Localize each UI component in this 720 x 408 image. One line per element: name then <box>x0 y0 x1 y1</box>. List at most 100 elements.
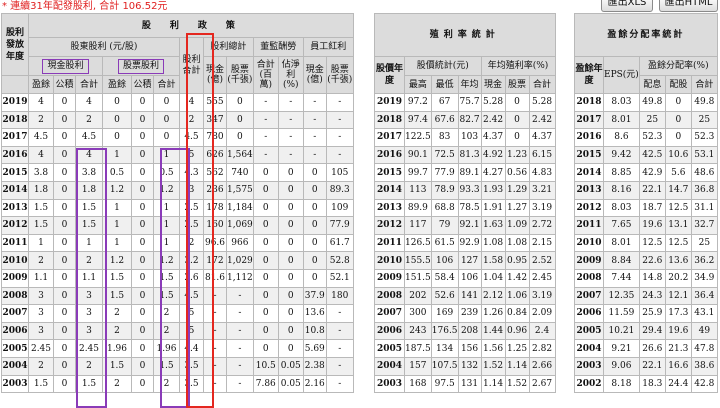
year-cell: 2018 <box>1 110 29 130</box>
value-cell: 10.8 <box>302 321 327 341</box>
yield-row: 2003 168 97.5 131 1.14 1.52 2.67 <box>374 374 556 394</box>
value-cell: 2.16 <box>302 374 327 394</box>
value-cell: 52.3 <box>638 128 666 147</box>
value-cell: 966 <box>226 233 254 253</box>
payout-stock-header: 配股 <box>664 75 692 94</box>
value-cell: 12.5 <box>664 198 692 218</box>
value-cell: 0 <box>504 128 530 147</box>
yield-row: 2014 113 78.9 93.3 1.93 1.29 3.21 <box>374 180 556 200</box>
value-cell: 0 <box>131 339 154 358</box>
value-cell: - <box>325 374 354 394</box>
value-cell: 300 <box>404 304 432 323</box>
value-cell: 0.05 <box>277 356 304 376</box>
value-cell: 97.2 <box>404 93 432 112</box>
dividend-summary-note: * 連續31年配發股利, 合計 106.52元 <box>2 1 168 12</box>
value-cell: 25 <box>638 110 666 130</box>
value-cell: 22.1 <box>638 356 666 376</box>
value-cell: 92.9 <box>457 233 482 253</box>
payout-dividend-header: 配息 <box>638 75 666 94</box>
value-cell: 3 <box>75 286 103 306</box>
value-cell: 24.4 <box>664 374 692 394</box>
value-cell: 49.8 <box>690 93 718 112</box>
value-cell: 29.4 <box>638 321 666 341</box>
value-cell: 127 <box>457 251 482 270</box>
value-cell: 106 <box>457 268 482 288</box>
value-cell: 52.1 <box>325 268 354 288</box>
payout-row: 2004 9.21 26.6 21.3 47.8 <box>574 339 718 358</box>
year-cell: 2009 <box>574 251 604 270</box>
value-cell: 0 <box>252 268 279 288</box>
value-cell: - <box>325 110 354 130</box>
value-cell: 21.3 <box>664 339 692 358</box>
value-cell: 9.06 <box>603 356 640 376</box>
value-cell: 13.1 <box>664 216 692 235</box>
value-cell: 8.01 <box>603 110 640 130</box>
value-cell: 42.9 <box>638 163 666 182</box>
payout-row: 2007 12.35 24.3 12.1 36.4 <box>574 286 718 306</box>
employee-stock-header: 股票(千張) <box>325 56 354 94</box>
value-cell: 562 <box>203 163 227 182</box>
value-cell: 68.8 <box>430 198 459 218</box>
value-cell: - <box>277 128 304 147</box>
payout-sum-header: 合計 <box>690 75 718 94</box>
dividend-row: 2008 3 0 3 1.5 0 1.5 4.5- -0 0 37.9 180 <box>1 286 354 306</box>
year-cell: 2012 <box>1 216 29 235</box>
value-cell: 1.08 <box>504 233 530 253</box>
value-cell: 2.45 <box>528 268 556 288</box>
value-cell: 0 <box>102 93 132 112</box>
value-cell: 2.67 <box>528 374 556 394</box>
value-cell: 4.83 <box>528 163 556 182</box>
value-cell: 67 <box>430 93 459 112</box>
value-cell: 3.8 <box>75 163 103 182</box>
yield-row: 2011 126.5 61.5 92.9 1.08 1.08 2.15 <box>374 233 556 253</box>
value-cell: 0.84 <box>504 304 530 323</box>
export-html-button[interactable]: 匯出HTML <box>659 0 718 12</box>
value-cell: 8.18 <box>603 374 640 394</box>
value-cell: 0 <box>277 198 304 218</box>
year-cell: 2017 <box>374 128 405 147</box>
value-cell: 1,564 <box>226 145 254 165</box>
payout-row: 2009 8.84 22.6 13.6 36.2 <box>574 251 718 270</box>
value-cell: 1.5 <box>28 216 54 235</box>
value-cell: 12.5 <box>664 233 692 253</box>
value-cell: 3.2 <box>179 251 204 270</box>
dividend-row: 2004 2 0 2 1.5 0 1.5 3.5- -10.5 0.05 2.38- <box>1 356 354 376</box>
value-cell: 31.1 <box>690 198 718 218</box>
export-xls-button[interactable]: 匯出XLS <box>601 0 653 12</box>
year-cell: 2007 <box>374 304 405 323</box>
value-cell: 0 <box>504 110 530 130</box>
value-cell: 1.06 <box>504 286 530 306</box>
value-cell: 0 <box>53 233 76 253</box>
value-cell: 5 <box>179 321 204 341</box>
value-cell: 1 <box>153 198 180 218</box>
value-cell: 0 <box>277 233 304 253</box>
value-cell: 1 <box>75 233 103 253</box>
value-cell: - <box>226 356 254 376</box>
value-cell: 2 <box>28 356 54 376</box>
dividend-row: 2013 1.5 0 1.5 1 0 1 2.5 178 1,184 0 0 0 109 <box>1 198 354 218</box>
value-cell: 1 <box>153 145 180 165</box>
value-cell: 2 <box>153 304 180 323</box>
value-cell: 89.3 <box>325 180 354 200</box>
value-cell: 2 <box>28 251 54 270</box>
value-cell: 11.59 <box>603 304 640 323</box>
value-cell: 61.5 <box>430 233 459 253</box>
value-cell: 16.6 <box>664 356 692 376</box>
yield-cash-header: 現金 <box>480 75 506 94</box>
value-cell: 0 <box>302 233 327 253</box>
value-cell: - <box>203 304 227 323</box>
payout-row: 2005 10.21 29.4 19.6 49 <box>574 321 718 341</box>
year-cell: 2015 <box>374 163 405 182</box>
value-cell: 1.96 <box>153 339 180 358</box>
value-cell: 0 <box>53 93 76 112</box>
value-cell: 7.65 <box>603 216 640 235</box>
year-cell: 2019 <box>1 93 29 112</box>
value-cell: - <box>226 374 254 394</box>
payout-row: 2003 9.06 22.1 16.6 38.6 <box>574 356 718 376</box>
value-cell: 0 <box>131 110 154 130</box>
stock-earnings-header: 盈餘 <box>102 75 132 94</box>
year-cell: 2007 <box>1 304 29 323</box>
value-cell: 2.82 <box>528 339 556 358</box>
value-cell: 4.37 <box>528 128 556 147</box>
value-cell: 2 <box>75 110 103 130</box>
